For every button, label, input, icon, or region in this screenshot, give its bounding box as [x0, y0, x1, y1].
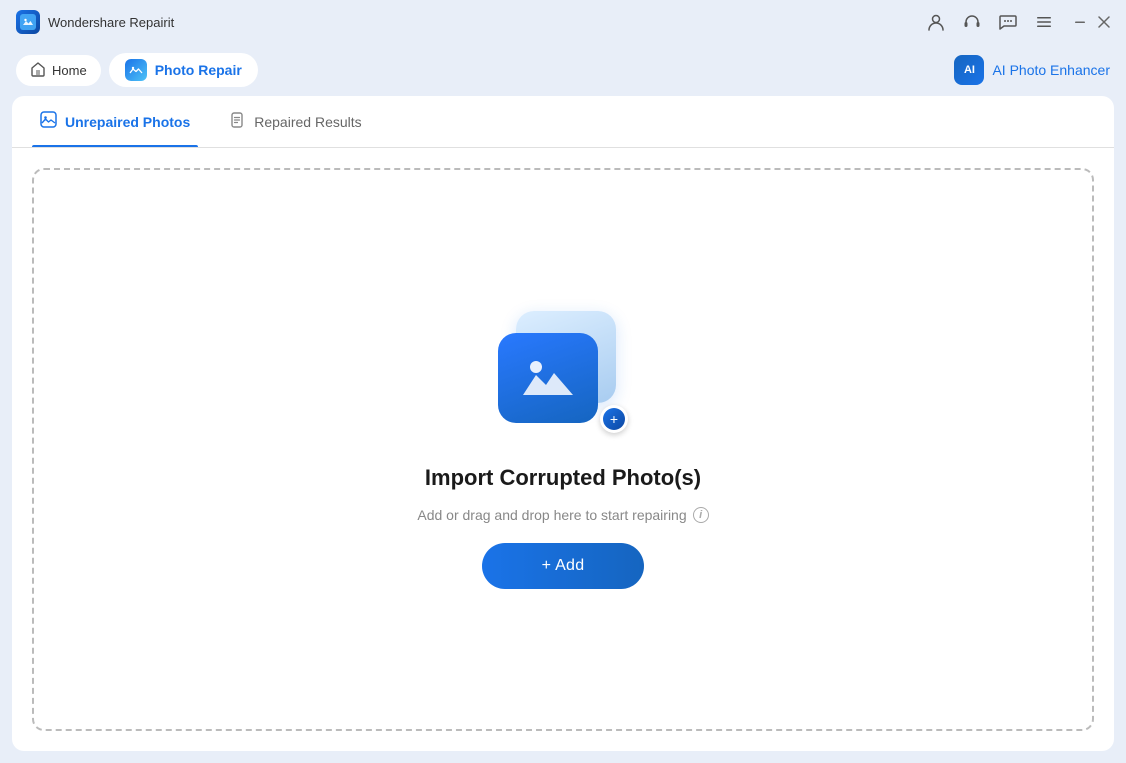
headset-icon[interactable] [962, 12, 982, 32]
menu-icon[interactable] [1034, 12, 1054, 32]
photo-repair-icon [125, 59, 147, 81]
upload-icon-front [498, 333, 598, 423]
ai-enhancer-button[interactable]: AI AI Photo Enhancer [954, 55, 1110, 85]
repaired-tab-label: Repaired Results [254, 114, 361, 130]
ai-enhancer-label: AI Photo Enhancer [992, 62, 1110, 78]
home-icon [30, 61, 46, 80]
photo-repair-label: Photo Repair [155, 62, 242, 78]
nav-right: AI AI Photo Enhancer [954, 55, 1110, 85]
repaired-tab-icon [230, 112, 246, 132]
unrepaired-tab-label: Unrepaired Photos [65, 114, 190, 130]
add-button[interactable]: + Add [482, 543, 645, 589]
photo-repair-tab[interactable]: Photo Repair [109, 53, 258, 87]
info-icon[interactable]: i [693, 507, 709, 523]
plus-inner: + [603, 408, 625, 430]
nav-bar: Home Photo Repair AI AI Photo Enhancer [0, 44, 1126, 96]
window-controls [1074, 16, 1110, 28]
main-content: Unrepaired Photos Repaired Results [12, 96, 1114, 751]
unrepaired-tab-icon [40, 111, 57, 132]
account-icon[interactable] [926, 12, 946, 32]
ai-icon-text: AI [964, 64, 975, 76]
title-bar-right [926, 12, 1110, 32]
app-icon [16, 10, 40, 34]
drop-zone[interactable]: + Import Corrupted Photo(s) Add or drag … [32, 168, 1094, 731]
nav-left: Home Photo Repair [16, 53, 258, 87]
minimize-button[interactable] [1074, 16, 1086, 28]
tab-repaired-results[interactable]: Repaired Results [222, 96, 369, 147]
home-button[interactable]: Home [16, 55, 101, 86]
app-name: Wondershare Repairit [48, 15, 174, 30]
import-subtitle-text: Add or drag and drop here to start repai… [417, 507, 686, 523]
title-bar: Wondershare Repairit [0, 0, 1126, 44]
title-bar-left: Wondershare Repairit [16, 10, 174, 34]
chat-icon[interactable] [998, 12, 1018, 32]
tabs-bar: Unrepaired Photos Repaired Results [12, 96, 1114, 148]
close-button[interactable] [1098, 16, 1110, 28]
tab-unrepaired-photos[interactable]: Unrepaired Photos [32, 96, 198, 147]
plus-badge: + [600, 405, 628, 433]
home-label: Home [52, 63, 87, 78]
upload-icon-wrapper: + [498, 311, 628, 441]
ai-enhancer-icon: AI [954, 55, 984, 85]
import-subtitle: Add or drag and drop here to start repai… [417, 507, 708, 523]
import-title: Import Corrupted Photo(s) [425, 465, 701, 491]
